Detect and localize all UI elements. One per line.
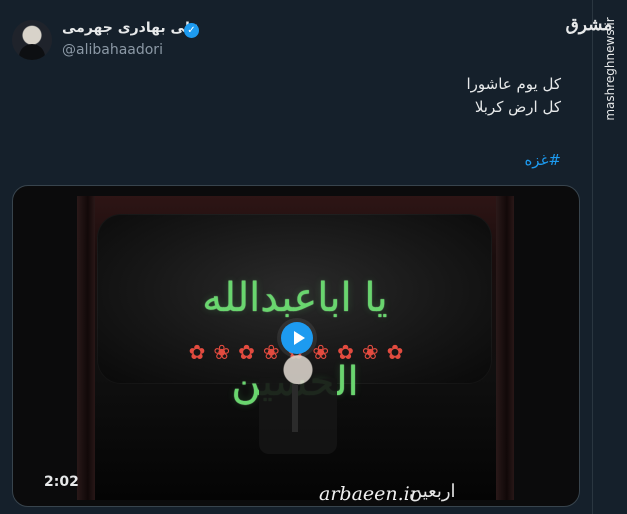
author-handle[interactable]: @alibahaadori: [62, 42, 163, 58]
video-watermark-mark: اربعین: [409, 481, 456, 502]
video-watermark: arbaeen.ir: [319, 483, 419, 505]
tweet-line-1: کل یوم عاشورا: [466, 75, 562, 93]
tweet-container: علی بهادری جهرمی ✓ @alibahaadori کل یوم …: [0, 0, 592, 514]
avatar[interactable]: [12, 20, 52, 60]
hashtag-link[interactable]: #غزه: [524, 151, 561, 169]
speaker-figure: [259, 346, 337, 454]
left-curtain: [77, 196, 95, 500]
video-card[interactable]: یا اباعبدالله الحسین ✿❀✿❀✿❀✿❀✿ arbaeen.i…: [12, 185, 580, 507]
brand-site-label: mashreghnews.ir: [603, 17, 617, 121]
play-icon[interactable]: [281, 322, 313, 354]
brand-site-text: mashreghnews.ir: [601, 14, 619, 124]
right-curtain: [496, 196, 514, 500]
tweet-text: کل یوم عاشورا کل ارض کربلا: [311, 73, 562, 119]
verified-badge-icon: ✓: [184, 23, 199, 38]
tweet-line-2: کل ارض کربلا: [474, 98, 561, 116]
brand-sidebar: مشرق mashreghnews.ir: [566, 0, 627, 514]
video-duration: 2:02: [44, 474, 79, 490]
microphone: [292, 384, 298, 432]
